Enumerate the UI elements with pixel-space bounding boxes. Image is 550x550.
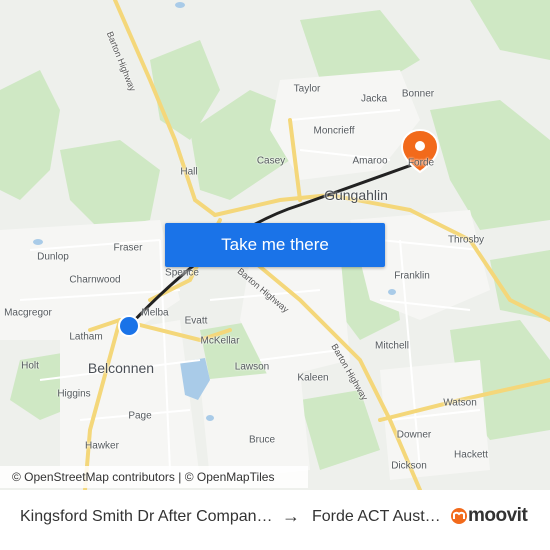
destination-name: Forde ACT Australia	[312, 508, 444, 525]
place-label: Latham	[69, 331, 103, 343]
place-label: Moncrieff	[313, 125, 355, 137]
place-label: Franklin	[394, 270, 430, 282]
place-label: Forde	[407, 157, 435, 169]
moovit-logo[interactable]: moovit	[450, 505, 528, 527]
place-label: Hawker	[85, 440, 119, 452]
place-label: Dunlop	[37, 251, 69, 263]
moovit-logo-icon	[451, 508, 467, 524]
place-label: Holt	[21, 360, 39, 372]
place-label: Bonner	[401, 88, 435, 100]
location-dot-icon	[118, 315, 140, 337]
map[interactable]: Taylor Jacka Bonner Moncrieff Casey Amaroo For…	[0, 0, 550, 490]
moovit-wordmark: moovit	[468, 505, 528, 526]
place-label: McKellar	[200, 335, 240, 347]
place-label: Jacka	[360, 93, 388, 105]
place-label: Taylor	[293, 83, 321, 95]
place-label: Higgins	[57, 388, 91, 400]
place-label: Macgregor	[4, 307, 52, 319]
place-label: Throsby	[447, 234, 485, 246]
place-label: Page	[128, 410, 152, 422]
arrow-right-icon: →	[282, 506, 300, 526]
place-label: Hackett	[454, 449, 488, 461]
place-label: Charnwood	[69, 274, 121, 286]
place-label: Fraser	[113, 242, 143, 254]
place-label: Dickson	[391, 460, 427, 472]
place-label: Gungahlin	[324, 187, 388, 203]
place-label: Bruce	[248, 434, 276, 446]
place-label: Belconnen	[87, 360, 155, 376]
place-label: Casey	[256, 155, 286, 167]
place-label: Spence	[165, 267, 199, 279]
place-label: Amaroo	[352, 155, 388, 167]
place-label: Mitchell	[375, 340, 409, 352]
place-label: Lawson	[234, 361, 270, 373]
place-label: Melba	[141, 307, 169, 319]
place-label: Watson	[443, 397, 477, 409]
take-me-there-button[interactable]: Take me there	[165, 223, 385, 267]
origin-stop-name: Kingsford Smith Dr After Companion Cr	[20, 508, 275, 525]
place-label: Downer	[396, 429, 432, 441]
place-label: Evatt	[184, 315, 208, 327]
place-label: Hall	[180, 166, 198, 178]
place-label: Kaleen	[297, 372, 329, 384]
map-attribution[interactable]: © OpenStreetMap contributors | © OpenMap…	[0, 466, 308, 488]
